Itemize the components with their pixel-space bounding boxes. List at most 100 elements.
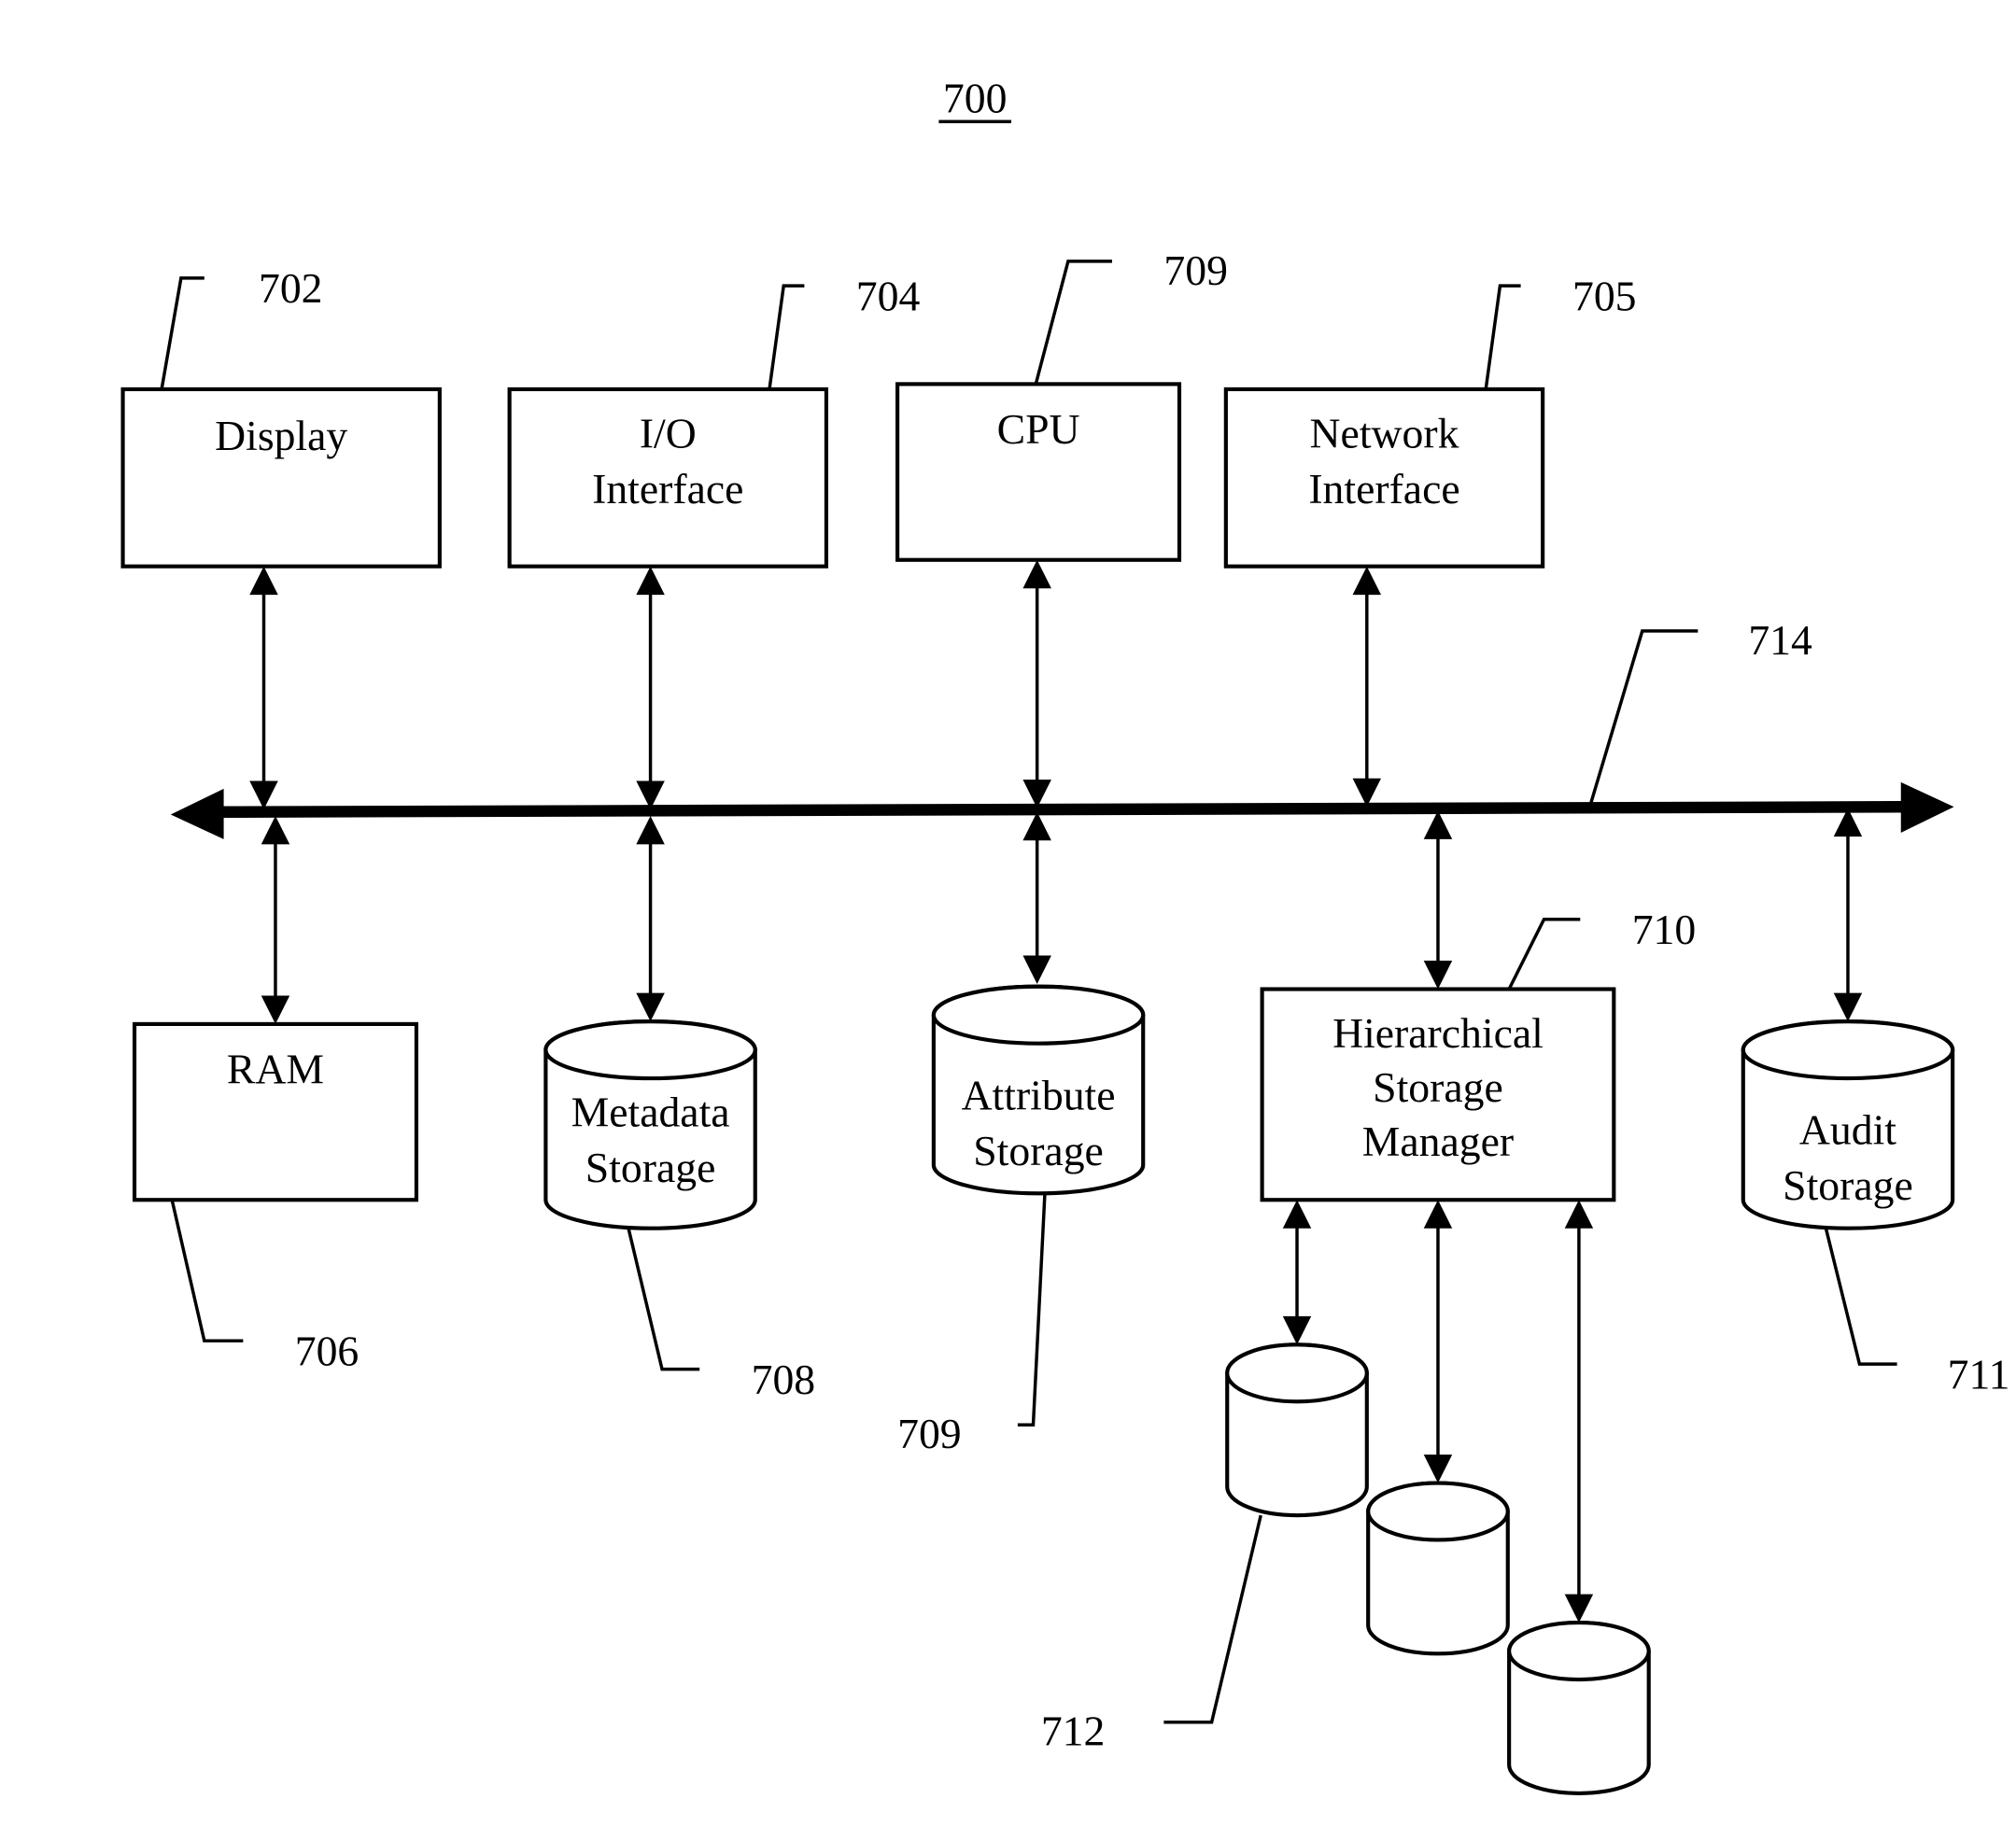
bus-reference-label: 714	[1748, 616, 1812, 664]
metadata-storage-cylinder-top	[543, 1019, 757, 1081]
reference-leader-line	[1034, 260, 1112, 385]
network-interface-label: Network	[1310, 409, 1459, 457]
reference-leader-line	[1824, 1228, 1897, 1366]
reference-number: 706	[295, 1328, 359, 1375]
arrowhead-up	[1022, 559, 1051, 589]
display-reference: 702	[160, 264, 323, 390]
cpu-label: CPU	[997, 405, 1080, 453]
tier-storage-1	[1225, 1342, 1369, 1518]
hierarchical-storage-manager-reference: 710	[1507, 906, 1697, 991]
arrowhead-down	[1423, 1455, 1453, 1483]
system-bus: 714	[170, 616, 1954, 839]
io-interface-label: Interface	[592, 465, 743, 513]
connector-display-bus	[249, 566, 278, 810]
network-interface-reference: 705	[1484, 272, 1637, 390]
display: Display	[120, 386, 442, 569]
arrowhead-down	[1833, 992, 1863, 1022]
reference-leader-line	[1507, 918, 1581, 991]
arrowhead-up	[1022, 811, 1051, 841]
cpu: CPU	[895, 382, 1182, 562]
arrowhead-down	[1564, 1594, 1594, 1623]
attribute-storage-label: Storage	[973, 1127, 1104, 1174]
connector-hierarchical-storage-manager-bus	[1423, 810, 1453, 990]
connector-hierarchical-storage-manager-tier-storage-2	[1423, 1200, 1453, 1483]
reference-leader-line	[160, 276, 204, 390]
ram-label: RAM	[227, 1046, 324, 1093]
audit-storage-reference: 711	[1824, 1228, 2009, 1398]
connector-cpu-bus	[1022, 559, 1051, 808]
reference-number: 709	[1163, 246, 1228, 294]
reference-number: 702	[259, 264, 323, 312]
tier-storage-3-cylinder-top	[1507, 1621, 1651, 1682]
io-interface-reference: 704	[768, 272, 921, 390]
connector-ram-bus	[261, 815, 290, 1024]
tier-storage-3	[1507, 1621, 1651, 1795]
connector-network-interface-bus	[1352, 566, 1382, 808]
metadata-storage: Metadata Storage	[543, 1019, 757, 1230]
bus-left-arrowhead	[170, 788, 224, 839]
reference-leader-line	[768, 284, 805, 390]
metadata-storage-label: Storage	[585, 1144, 716, 1191]
arrowhead-up	[1564, 1200, 1594, 1229]
attribute-storage-reference: 709	[897, 1193, 1047, 1457]
reference-number: 710	[1632, 906, 1697, 953]
reference-number: 704	[856, 272, 921, 319]
figure-title: 700	[938, 75, 1011, 124]
io-interface-label: I/O	[640, 409, 697, 457]
tier-storage-1-reference: 712	[1041, 1514, 1262, 1755]
io-interface: I/O Interface	[507, 386, 829, 569]
ram-reference: 706	[170, 1199, 359, 1375]
network-interface: Network Interface	[1223, 386, 1545, 569]
attribute-storage: Attribute Storage	[931, 984, 1146, 1196]
tier-storage-2-cylinder-top	[1366, 1481, 1510, 1542]
reference-number: 709	[897, 1410, 962, 1457]
bus-line	[213, 801, 1911, 819]
reference-leader-line	[1484, 284, 1521, 390]
hierarchical-storage-manager-label: Manager	[1362, 1117, 1514, 1165]
connector-attribute-storage-bus	[1022, 811, 1051, 984]
arrowhead-down	[1423, 961, 1453, 990]
attribute-storage-label: Attribute	[962, 1071, 1116, 1118]
figure-number: 700	[943, 75, 1008, 122]
arrowhead-down	[1352, 778, 1382, 808]
tier-storage-1-cylinder-top	[1225, 1342, 1369, 1404]
ram: RAM	[132, 1021, 419, 1202]
arrowhead-down	[1282, 1315, 1312, 1345]
reference-leader-line	[170, 1199, 244, 1342]
hierarchical-storage-manager-label: Storage	[1373, 1063, 1503, 1111]
tier-storage-2	[1366, 1481, 1510, 1656]
connector-audit-storage-bus	[1833, 808, 1863, 1022]
arrowhead-up	[636, 566, 665, 596]
connector-hierarchical-storage-manager-tier-storage-3	[1564, 1200, 1594, 1623]
arrowhead-up	[1282, 1200, 1312, 1229]
reference-number: 712	[1041, 1708, 1106, 1755]
attribute-storage-cylinder-top	[931, 984, 1146, 1046]
arrowhead-down	[261, 995, 290, 1024]
reference-leader-line	[627, 1228, 700, 1371]
bus-right-arrowhead	[1900, 781, 1954, 833]
arrowhead-up	[1423, 1200, 1453, 1229]
reference-leader-line	[1017, 1193, 1047, 1426]
hierarchical-storage-manager: Hierarchical Storage Manager	[1260, 987, 1616, 1202]
arrowhead-up	[1352, 566, 1382, 596]
arrowhead-up	[261, 815, 290, 845]
audit-storage: Audit Storage	[1741, 1019, 1955, 1230]
audit-storage-cylinder-top	[1741, 1019, 1955, 1081]
network-interface-label: Interface	[1308, 465, 1459, 513]
connector-io-interface-bus	[636, 566, 665, 810]
hierarchical-storage-manager-label: Hierarchical	[1332, 1009, 1544, 1057]
reference-number: 708	[752, 1356, 816, 1403]
arrowhead-down	[636, 992, 665, 1022]
arrowhead-down	[249, 780, 278, 810]
bus-reference-leader	[1588, 629, 1699, 805]
display-label: Display	[215, 412, 347, 459]
connector-metadata-storage-bus	[636, 815, 665, 1022]
metadata-storage-label: Metadata	[571, 1088, 730, 1135]
arrowhead-up	[1423, 810, 1453, 839]
audit-storage-label: Storage	[1783, 1161, 1913, 1209]
metadata-storage-reference: 708	[627, 1228, 816, 1403]
audit-storage-label: Audit	[1799, 1106, 1896, 1154]
system-block-diagram: 700 714 Display I/O Interface CPU Network Int…	[120, 75, 2009, 1795]
arrowhead-up	[249, 566, 278, 596]
connector-hierarchical-storage-manager-tier-storage-1	[1282, 1200, 1312, 1345]
